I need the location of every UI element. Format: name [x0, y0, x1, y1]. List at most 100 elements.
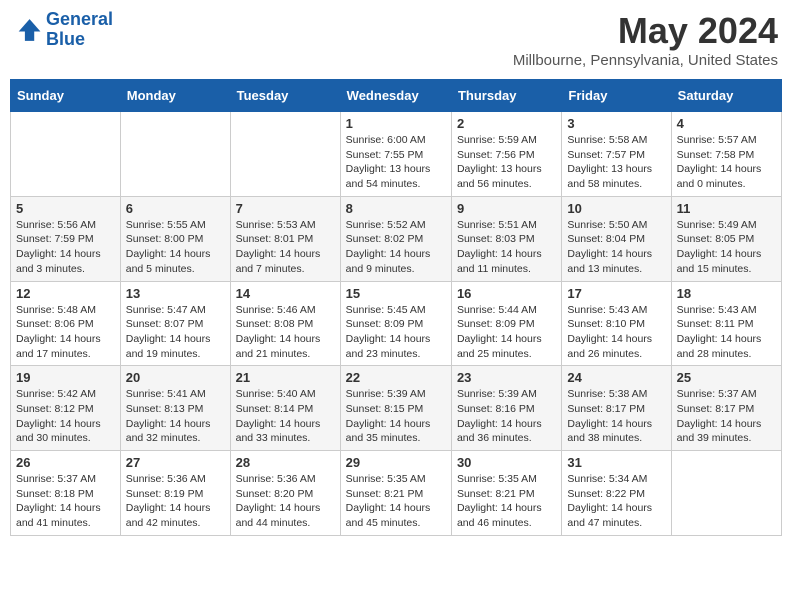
day-number: 2 — [457, 116, 556, 131]
calendar-cell: 8Sunrise: 5:52 AM Sunset: 8:02 PM Daylig… — [340, 196, 451, 281]
day-number: 31 — [567, 455, 665, 470]
logo-text: General Blue — [46, 10, 113, 50]
page-header: General Blue May 2024 Millbourne, Pennsy… — [10, 10, 782, 69]
calendar-cell: 6Sunrise: 5:55 AM Sunset: 8:00 PM Daylig… — [120, 196, 230, 281]
day-number: 30 — [457, 455, 556, 470]
day-info: Sunrise: 5:50 AM Sunset: 8:04 PM Dayligh… — [567, 218, 665, 277]
calendar-cell: 20 Sunrise: 5:41 AM Sunset: 8:13 PM Dayli… — [120, 366, 230, 451]
day-number: 17 — [567, 286, 665, 301]
calendar-table: SundayMondayTuesdayWednesdayThursdayFrid… — [10, 79, 782, 536]
calendar-cell: 18Sunrise: 5:43 AM Sunset: 8:11 PM Dayli… — [671, 281, 781, 366]
day-info: Sunrise: 5:41 AM Sunset: 8:13 PM Dayligh… — [126, 387, 225, 446]
day-number: 11 — [677, 201, 776, 216]
day-info: Sunrise: 5:57 AM Sunset: 7:58 PM Dayligh… — [677, 133, 776, 192]
day-info: Sunrise: 5:46 AM Sunset: 8:08 PM Dayligh… — [236, 303, 335, 362]
calendar-cell: 22Sunrise: 5:39 AM Sunset: 8:15 PM Dayli… — [340, 366, 451, 451]
weekday-header-monday: Monday — [120, 80, 230, 112]
weekday-header-friday: Friday — [562, 80, 671, 112]
weekday-header-saturday: Saturday — [671, 80, 781, 112]
calendar-cell: 14 Sunrise: 5:46 AM Sunset: 8:08 PM Dayli… — [230, 281, 340, 366]
day-info: Sunrise: 5:34 AM Sunset: 8:22 PM Dayligh… — [567, 472, 665, 531]
day-info: Sunrise: 5:35 AM Sunset: 8:21 PM Dayligh… — [457, 472, 556, 531]
day-number: 4 — [677, 116, 776, 131]
day-number: 16 — [457, 286, 556, 301]
logo-line2: Blue — [46, 29, 85, 49]
calendar-cell: 26 Sunrise: 5:37 AM Sunset: 8:18 PM Dayli… — [11, 451, 121, 536]
calendar-cell — [11, 112, 121, 197]
calendar-cell: 1 Sunrise: 6:00 AM Sunset: 7:55 PM Daylig… — [340, 112, 451, 197]
day-info: Sunrise: 5:56 AM Sunset: 7:59 PM Dayligh… — [16, 218, 115, 277]
calendar-week-row: 1 Sunrise: 6:00 AM Sunset: 7:55 PM Daylig… — [11, 112, 782, 197]
day-number: 1 — [346, 116, 446, 131]
day-number: 24 — [567, 370, 665, 385]
logo: General Blue — [14, 10, 113, 50]
calendar-body: 1 Sunrise: 6:00 AM Sunset: 7:55 PM Daylig… — [11, 112, 782, 536]
day-number: 18 — [677, 286, 776, 301]
day-info: Sunrise: 6:00 AM Sunset: 7:55 PM Dayligh… — [346, 133, 446, 192]
title-area: May 2024 Millbourne, Pennsylvania, Unite… — [513, 10, 778, 69]
day-info: Sunrise: 5:45 AM Sunset: 8:09 PM Dayligh… — [346, 303, 446, 362]
weekday-header-row: SundayMondayTuesdayWednesdayThursdayFrid… — [11, 80, 782, 112]
month-title: May 2024 — [513, 10, 778, 52]
calendar-cell: 5 Sunrise: 5:56 AM Sunset: 7:59 PM Daylig… — [11, 196, 121, 281]
day-info: Sunrise: 5:58 AM Sunset: 7:57 PM Dayligh… — [567, 133, 665, 192]
day-info: Sunrise: 5:39 AM Sunset: 8:16 PM Dayligh… — [457, 387, 556, 446]
calendar-cell: 21Sunrise: 5:40 AM Sunset: 8:14 PM Dayli… — [230, 366, 340, 451]
calendar-week-row: 12 Sunrise: 5:48 AM Sunset: 8:06 PM Dayli… — [11, 281, 782, 366]
weekday-header-thursday: Thursday — [451, 80, 561, 112]
day-info: Sunrise: 5:36 AM Sunset: 8:20 PM Dayligh… — [236, 472, 335, 531]
calendar-cell: 10Sunrise: 5:50 AM Sunset: 8:04 PM Dayli… — [562, 196, 671, 281]
day-info: Sunrise: 5:49 AM Sunset: 8:05 PM Dayligh… — [677, 218, 776, 277]
calendar-cell: 25Sunrise: 5:37 AM Sunset: 8:17 PM Dayli… — [671, 366, 781, 451]
calendar-cell: 31 Sunrise: 5:34 AM Sunset: 8:22 PM Dayli… — [562, 451, 671, 536]
calendar-week-row: 5 Sunrise: 5:56 AM Sunset: 7:59 PM Daylig… — [11, 196, 782, 281]
day-info: Sunrise: 5:39 AM Sunset: 8:15 PM Dayligh… — [346, 387, 446, 446]
day-number: 26 — [16, 455, 115, 470]
day-number: 29 — [346, 455, 446, 470]
calendar-cell: 9 Sunrise: 5:51 AM Sunset: 8:03 PM Daylig… — [451, 196, 561, 281]
calendar-cell: 29 Sunrise: 5:35 AM Sunset: 8:21 PM Dayli… — [340, 451, 451, 536]
day-info: Sunrise: 5:48 AM Sunset: 8:06 PM Dayligh… — [16, 303, 115, 362]
day-number: 20 — [126, 370, 225, 385]
logo-icon — [14, 16, 42, 44]
day-number: 15 — [346, 286, 446, 301]
day-info: Sunrise: 5:52 AM Sunset: 8:02 PM Dayligh… — [346, 218, 446, 277]
day-info: Sunrise: 5:51 AM Sunset: 8:03 PM Dayligh… — [457, 218, 556, 277]
weekday-header-sunday: Sunday — [11, 80, 121, 112]
day-number: 28 — [236, 455, 335, 470]
day-info: Sunrise: 5:36 AM Sunset: 8:19 PM Dayligh… — [126, 472, 225, 531]
day-number: 5 — [16, 201, 115, 216]
day-number: 14 — [236, 286, 335, 301]
day-number: 27 — [126, 455, 225, 470]
calendar-cell: 11 Sunrise: 5:49 AM Sunset: 8:05 PM Dayli… — [671, 196, 781, 281]
day-number: 13 — [126, 286, 225, 301]
calendar-cell: 28 Sunrise: 5:36 AM Sunset: 8:20 PM Dayli… — [230, 451, 340, 536]
calendar-cell: 24 Sunrise: 5:38 AM Sunset: 8:17 PM Dayli… — [562, 366, 671, 451]
calendar-cell: 2Sunrise: 5:59 AM Sunset: 7:56 PM Daylig… — [451, 112, 561, 197]
day-info: Sunrise: 5:37 AM Sunset: 8:18 PM Dayligh… — [16, 472, 115, 531]
day-number: 23 — [457, 370, 556, 385]
calendar-cell — [671, 451, 781, 536]
calendar-cell — [230, 112, 340, 197]
calendar-cell: 7 Sunrise: 5:53 AM Sunset: 8:01 PM Daylig… — [230, 196, 340, 281]
weekday-header-wednesday: Wednesday — [340, 80, 451, 112]
calendar-week-row: 26 Sunrise: 5:37 AM Sunset: 8:18 PM Dayli… — [11, 451, 782, 536]
day-number: 7 — [236, 201, 335, 216]
calendar-cell: 16Sunrise: 5:44 AM Sunset: 8:09 PM Dayli… — [451, 281, 561, 366]
day-number: 9 — [457, 201, 556, 216]
day-info: Sunrise: 5:38 AM Sunset: 8:17 PM Dayligh… — [567, 387, 665, 446]
day-info: Sunrise: 5:43 AM Sunset: 8:10 PM Dayligh… — [567, 303, 665, 362]
day-number: 19 — [16, 370, 115, 385]
day-info: Sunrise: 5:55 AM Sunset: 8:00 PM Dayligh… — [126, 218, 225, 277]
day-info: Sunrise: 5:53 AM Sunset: 8:01 PM Dayligh… — [236, 218, 335, 277]
day-info: Sunrise: 5:35 AM Sunset: 8:21 PM Dayligh… — [346, 472, 446, 531]
calendar-cell: 12 Sunrise: 5:48 AM Sunset: 8:06 PM Dayli… — [11, 281, 121, 366]
calendar-cell: 13 Sunrise: 5:47 AM Sunset: 8:07 PM Dayli… — [120, 281, 230, 366]
calendar-cell: 3Sunrise: 5:58 AM Sunset: 7:57 PM Daylig… — [562, 112, 671, 197]
day-info: Sunrise: 5:47 AM Sunset: 8:07 PM Dayligh… — [126, 303, 225, 362]
calendar-cell: 4 Sunrise: 5:57 AM Sunset: 7:58 PM Daylig… — [671, 112, 781, 197]
day-number: 12 — [16, 286, 115, 301]
calendar-cell: 19Sunrise: 5:42 AM Sunset: 8:12 PM Dayli… — [11, 366, 121, 451]
day-info: Sunrise: 5:37 AM Sunset: 8:17 PM Dayligh… — [677, 387, 776, 446]
logo-line1: General — [46, 9, 113, 29]
